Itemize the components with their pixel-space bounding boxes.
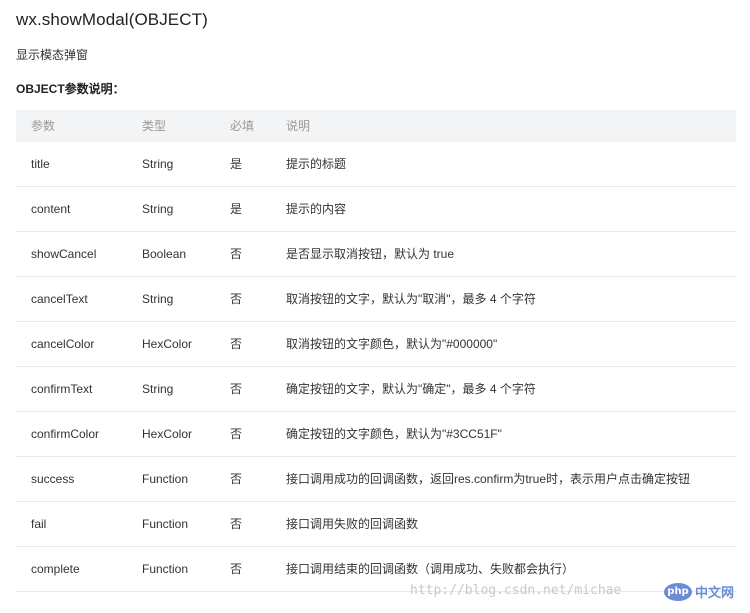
description-cell: 接口调用失败的回调函数 bbox=[286, 517, 419, 531]
header-description: 说明 bbox=[286, 119, 311, 133]
table-row: confirmText String 否 确定按钮的文字，默认为"确定"，最多 4 个… bbox=[16, 367, 736, 412]
section-title: OBJECT参数说明： bbox=[16, 82, 125, 96]
type-cell: String bbox=[142, 202, 174, 216]
required-cell: 否 bbox=[230, 247, 243, 261]
required-cell: 否 bbox=[230, 472, 243, 486]
required-cell: 否 bbox=[230, 292, 243, 306]
description-cell: 取消按钮的文字颜色，默认为"#000000" bbox=[286, 337, 498, 351]
table-row: title String 是 提示的标题 bbox=[16, 142, 736, 187]
table-row: complete Function 否接口调用结束的回调函数（调用成功、失败都会执行… bbox=[16, 547, 736, 592]
description-cell: 确定按钮的文字，默认为"确定"，最多 4 个字符 bbox=[286, 382, 536, 396]
watermark-url: http://blog.csdn.net/michae bbox=[410, 583, 622, 598]
header-param: 参数 bbox=[31, 119, 56, 133]
type-cell: Boolean bbox=[142, 247, 187, 261]
param-name-cell: fail bbox=[31, 517, 47, 531]
required-cell: 否 bbox=[230, 427, 243, 441]
header-type: 类型 bbox=[142, 119, 167, 133]
table-row: showCancel Boolean 否 是否显示取消按钮，默认为 true bbox=[16, 232, 736, 277]
logo-text: 中文网 bbox=[695, 585, 735, 600]
header-required: 必填 bbox=[230, 119, 255, 133]
table-row: fail Function 否 接口调用失败的回调函数 bbox=[16, 502, 736, 547]
description-cell: 是否显示取消按钮，默认为 true bbox=[286, 247, 455, 261]
param-name-cell: showCancel bbox=[31, 247, 97, 261]
type-cell: String bbox=[142, 382, 174, 396]
table-row: cancelText String 否 取消按钮的文字，默认为"取消"，最多 4 个字… bbox=[16, 277, 736, 322]
param-name-cell: title bbox=[31, 157, 50, 171]
param-name-cell: cancelText bbox=[31, 292, 88, 306]
page-subtitle: 显示模态弹窗 bbox=[16, 48, 89, 62]
type-cell: HexColor bbox=[142, 427, 193, 441]
type-cell: String bbox=[142, 292, 174, 306]
required-cell: 否 bbox=[230, 382, 243, 396]
type-cell: String bbox=[142, 157, 174, 171]
table-row: confirmColor HexColor 否 确定按钮的文字颜色，默认为"#3CC5… bbox=[16, 412, 736, 457]
param-name-cell: confirmColor bbox=[31, 427, 100, 441]
param-name-cell: complete bbox=[31, 562, 80, 576]
type-cell: Function bbox=[142, 517, 189, 531]
description-cell: 提示的内容 bbox=[286, 202, 347, 216]
required-cell: 否 bbox=[230, 517, 243, 531]
params-table: 参数 类型 必填 说明 title String 是 提示的标题 content Stri… bbox=[16, 110, 736, 592]
type-cell: Function bbox=[142, 562, 189, 576]
description-cell: 确定按钮的文字颜色，默认为"#3CC51F" bbox=[286, 427, 502, 441]
param-name-cell: cancelColor bbox=[31, 337, 95, 351]
description-cell: 取消按钮的文字，默认为"取消"，最多 4 个字符 bbox=[286, 292, 536, 306]
table-row: success Function 否 接口调用成功的回调函数，返回res.confir… bbox=[16, 457, 736, 502]
table-header: 参数 类型 必填 说明 bbox=[16, 110, 736, 142]
required-cell: 否 bbox=[230, 337, 243, 351]
required-cell: 是 bbox=[230, 157, 243, 171]
param-name-cell: confirmText bbox=[31, 382, 93, 396]
required-cell: 是 bbox=[230, 202, 243, 216]
description-cell: 接口调用成功的回调函数，返回res.confirm为true时，表示用户点击确定… bbox=[286, 472, 691, 486]
type-cell: HexColor bbox=[142, 337, 193, 351]
param-name-cell: success bbox=[31, 472, 75, 486]
php-cn-logo: php 中文网 bbox=[664, 582, 734, 601]
doc-page: wx.showModal(OBJECT) 显示模态弹窗 OBJECT参数说明： … bbox=[0, 0, 750, 613]
description-cell: 提示的标题 bbox=[286, 157, 347, 171]
type-cell: Function bbox=[142, 472, 189, 486]
param-name-cell: content bbox=[31, 202, 71, 216]
table-body: title String 是提示的标题 content String 是提示的内容 show… bbox=[16, 142, 736, 592]
php-badge-icon: php bbox=[664, 582, 692, 601]
required-cell: 否 bbox=[230, 562, 243, 576]
page-title: wx.showModal(OBJECT) bbox=[16, 10, 208, 29]
table-row: cancelColor HexColor 否 取消按钮的文字颜色，默认为"#00000… bbox=[16, 322, 736, 367]
table-row: content String 是 提示的内容 bbox=[16, 187, 736, 232]
